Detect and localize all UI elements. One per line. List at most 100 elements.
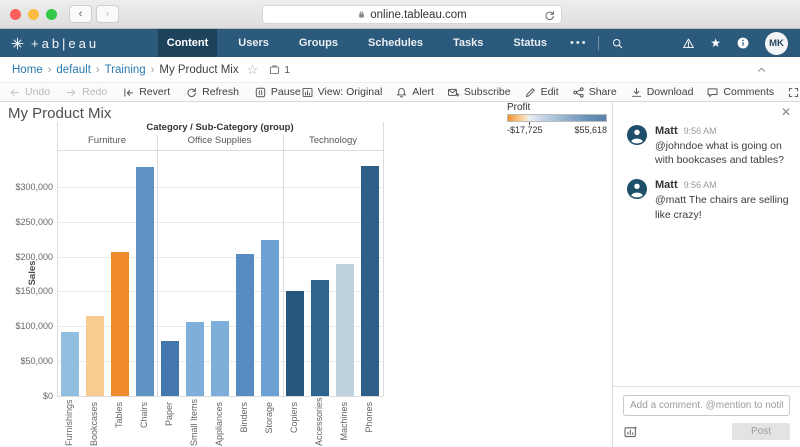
x-label-paper[interactable]: Paper bbox=[164, 402, 176, 446]
bar-storage[interactable] bbox=[261, 240, 279, 396]
collapse-toolbar-icon[interactable] bbox=[755, 63, 768, 76]
search-icon[interactable] bbox=[611, 37, 624, 50]
x-label-binders[interactable]: Binders bbox=[239, 402, 251, 446]
toolbar-edit-button[interactable]: Edit bbox=[524, 86, 559, 99]
favorites-star-icon[interactable]: ★ bbox=[710, 37, 721, 49]
bar-paper[interactable] bbox=[161, 341, 179, 396]
bar-chairs[interactable] bbox=[136, 167, 154, 396]
zoom-window-icon[interactable] bbox=[46, 9, 57, 20]
x-label-machines[interactable]: Machines bbox=[339, 402, 351, 446]
breadcrumb-item-my-product-mix[interactable]: My Product Mix bbox=[159, 64, 238, 76]
toolbar-button-label: Revert bbox=[139, 86, 170, 98]
nav-item-tasks[interactable]: Tasks bbox=[444, 29, 492, 57]
x-label-storage[interactable]: Storage bbox=[264, 402, 276, 446]
view-icon bbox=[301, 86, 314, 99]
browser-forward-button[interactable]: › bbox=[96, 5, 119, 23]
x-label-accessories[interactable]: Accessories bbox=[314, 402, 326, 446]
undo-icon bbox=[8, 86, 21, 99]
pane-label-office-supplies[interactable]: Office Supplies bbox=[157, 135, 282, 150]
user-avatar[interactable]: MK bbox=[765, 32, 788, 55]
pane-divider bbox=[157, 135, 158, 396]
toolbar-full-screen-button[interactable]: Full Screen bbox=[787, 86, 800, 99]
toolbar-comments-button[interactable]: Comments bbox=[706, 86, 774, 99]
favorite-star-outline-icon[interactable]: ☆ bbox=[247, 62, 259, 78]
more-menu-icon[interactable]: ••• bbox=[570, 37, 588, 49]
bar-accessories[interactable] bbox=[311, 280, 329, 396]
breadcrumb-item-training[interactable]: Training bbox=[105, 64, 146, 76]
plot-left-border bbox=[57, 122, 58, 396]
nav-item-users[interactable]: Users bbox=[229, 29, 278, 57]
toolbar-alert-button[interactable]: Alert bbox=[395, 86, 434, 99]
toolbar-pause-button[interactable]: Pause bbox=[254, 86, 301, 99]
post-comment-button[interactable]: Post bbox=[732, 423, 790, 440]
subscribe-mail-icon bbox=[447, 86, 460, 99]
top-nav: +ab|eau Content Users Groups Schedules Tasks… bbox=[0, 29, 800, 57]
x-label-copiers[interactable]: Copiers bbox=[289, 402, 301, 446]
browser-back-button[interactable]: ‹ bbox=[69, 5, 92, 23]
y-tick-label: $100,000 bbox=[0, 321, 53, 331]
toolbar-subscribe-button[interactable]: Subscribe bbox=[447, 86, 511, 99]
x-label-phones[interactable]: Phones bbox=[364, 402, 376, 446]
nav-item-content[interactable]: Content bbox=[158, 29, 218, 57]
close-window-icon[interactable] bbox=[10, 9, 21, 20]
tag-indicator[interactable]: 1 bbox=[268, 63, 290, 76]
bar-tables[interactable] bbox=[111, 252, 129, 396]
attach-snapshot-icon[interactable] bbox=[623, 424, 639, 440]
browser-refresh-icon[interactable] bbox=[543, 9, 556, 22]
pause-icon bbox=[254, 86, 267, 99]
url-text: online.tableau.com bbox=[370, 9, 467, 21]
toolbar-refresh-button[interactable]: Refresh bbox=[185, 86, 239, 99]
breadcrumb-bar: Home›default›Training›My Product Mix ☆ 1 bbox=[0, 57, 800, 83]
x-label-bookcases[interactable]: Bookcases bbox=[89, 402, 101, 446]
bar-furnishings[interactable] bbox=[61, 332, 79, 396]
nav-item-status[interactable]: Status bbox=[504, 29, 556, 57]
nav-menu: Content Users Groups Schedules Tasks Status bbox=[158, 29, 568, 57]
column-field-header[interactable]: Category / Sub-Category (group) bbox=[57, 122, 383, 133]
breadcrumb-item-home[interactable]: Home bbox=[12, 64, 43, 76]
info-icon[interactable] bbox=[736, 36, 750, 50]
minimize-window-icon[interactable] bbox=[28, 9, 39, 20]
tableau-logo[interactable]: +ab|eau bbox=[10, 36, 99, 51]
nav-item-groups[interactable]: Groups bbox=[290, 29, 347, 57]
toolbar-share-button[interactable]: Share bbox=[572, 86, 617, 99]
toolbar-redo-button[interactable]: Redo bbox=[65, 86, 107, 99]
nav-item-schedules[interactable]: Schedules bbox=[359, 29, 432, 57]
toolbar-undo-button[interactable]: Undo bbox=[8, 86, 50, 99]
bar-small-items[interactable] bbox=[186, 322, 204, 396]
profit-color-gradient[interactable] bbox=[507, 114, 607, 122]
comment-input[interactable] bbox=[623, 395, 790, 416]
pane-label-technology[interactable]: Technology bbox=[283, 135, 383, 150]
toolbar-right-group: View: Original Alert Subscribe Edit Share Dow… bbox=[301, 86, 800, 99]
toolbar-revert-button[interactable]: Revert bbox=[122, 86, 170, 99]
x-label-appliances[interactable]: Appliances bbox=[214, 402, 226, 446]
edit-pencil-icon bbox=[524, 86, 537, 99]
gridline bbox=[57, 222, 383, 223]
sheet-title: My Product Mix bbox=[8, 105, 111, 122]
address-bar[interactable]: online.tableau.com bbox=[262, 5, 562, 24]
bar-binders[interactable] bbox=[236, 254, 254, 396]
toolbar-view-original-button[interactable]: View: Original bbox=[301, 86, 383, 99]
x-label-small-items[interactable]: Small Items bbox=[189, 402, 201, 446]
alerts-warning-icon[interactable] bbox=[682, 37, 695, 50]
traffic-lights bbox=[10, 9, 57, 20]
y-tick-label: $0 bbox=[0, 391, 53, 401]
browser-chrome: ‹ › online.tableau.com bbox=[0, 0, 800, 29]
bar-phones[interactable] bbox=[361, 166, 379, 396]
toolbar-button-label: Download bbox=[647, 86, 694, 98]
x-label-tables[interactable]: Tables bbox=[114, 402, 126, 446]
x-label-chairs[interactable]: Chairs bbox=[139, 402, 151, 446]
toolbar-button-label: Edit bbox=[541, 86, 559, 98]
bar-copiers[interactable] bbox=[286, 291, 304, 396]
x-label-furnishings[interactable]: Furnishings bbox=[64, 402, 76, 446]
legend-min-label: -$17,725 bbox=[507, 125, 543, 135]
bar-machines[interactable] bbox=[336, 264, 354, 396]
bar-bookcases[interactable] bbox=[86, 316, 104, 396]
toolbar-download-button[interactable]: Download bbox=[630, 86, 694, 99]
close-panel-icon[interactable]: ✕ bbox=[781, 105, 791, 119]
breadcrumb-item-default[interactable]: default bbox=[56, 64, 91, 76]
pane-label-furniture[interactable]: Furniture bbox=[57, 135, 157, 150]
legend-range-labels: -$17,725 $55,618 bbox=[507, 125, 607, 135]
breadcrumb-separator: › bbox=[96, 64, 100, 76]
bar-appliances[interactable] bbox=[211, 321, 229, 396]
breadcrumb-separator: › bbox=[151, 64, 155, 76]
